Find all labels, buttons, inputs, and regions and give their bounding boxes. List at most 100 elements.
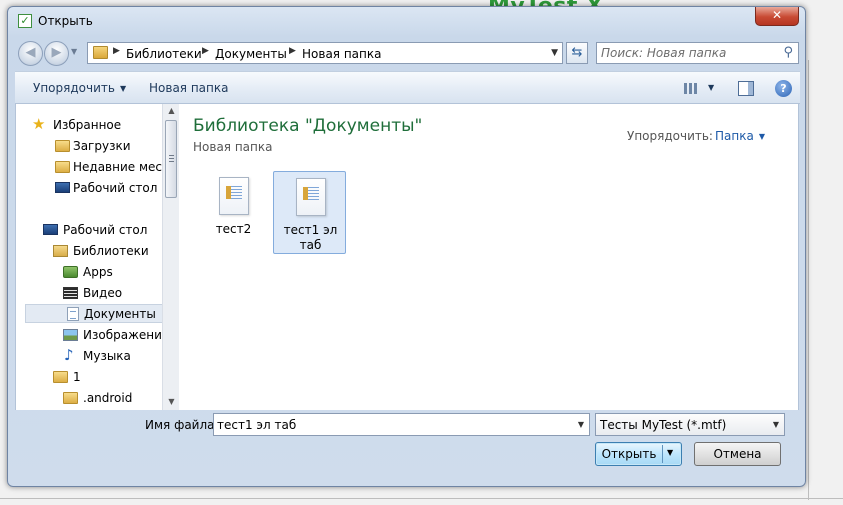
breadcrumb-new-folder[interactable]: Новая папка xyxy=(302,47,381,61)
nav-pane-scrollbar[interactable]: ▲ ▼ xyxy=(162,104,179,410)
nav-item-label: Рабочий стол xyxy=(73,181,158,195)
nav-item-downloads[interactable]: Загрузки xyxy=(52,136,170,155)
new-folder-button[interactable]: Новая папка xyxy=(149,81,228,95)
pictures-icon xyxy=(63,329,78,341)
nav-item-label: Изображения xyxy=(83,328,170,342)
file-name-label: Имя файла: xyxy=(145,418,219,432)
cancel-button[interactable]: Отмена xyxy=(694,442,781,466)
open-file-dialog: ✓ Открыть ✕ ◀ ▶ ▼ ▶ Библиотеки ▶ Докумен… xyxy=(7,6,806,487)
nav-item-label: Рабочий стол xyxy=(63,223,148,237)
library-subtitle: Новая папка xyxy=(193,140,273,154)
file-name-input[interactable] xyxy=(217,417,557,432)
split-divider xyxy=(662,445,663,463)
navigation-pane[interactable]: ★ Избранное Загрузки Недавние места Рабо… xyxy=(15,104,172,410)
close-button[interactable]: ✕ xyxy=(755,7,799,26)
libraries-folder-icon xyxy=(93,46,108,59)
folder-icon xyxy=(53,371,68,383)
breadcrumb-documents[interactable]: Документы xyxy=(215,47,287,61)
nav-item-folder-1[interactable]: 1 xyxy=(52,367,170,386)
nav-item-label: Недавние места xyxy=(73,160,172,174)
nav-item-libraries[interactable]: Библиотеки xyxy=(52,241,170,260)
toolbar: Упорядочить ▼ Новая папка ▼ ? xyxy=(15,71,800,104)
recent-places-icon xyxy=(55,161,70,173)
address-dropdown-icon[interactable]: ▼ xyxy=(551,48,558,58)
arrange-by-value: Папка xyxy=(715,129,754,143)
arrange-by-label: Упорядочить: xyxy=(627,129,713,143)
refresh-button[interactable]: ⇆ xyxy=(566,42,588,64)
open-options-dropdown-icon[interactable]: ▼ xyxy=(667,448,673,457)
scrollbar-thumb[interactable] xyxy=(165,120,177,198)
window-title: Открыть xyxy=(38,14,93,28)
search-box[interactable]: ⚲ xyxy=(596,42,799,64)
star-icon: ★ xyxy=(32,115,46,133)
grip-icon xyxy=(169,155,174,163)
preview-pane-icon[interactable] xyxy=(738,81,754,96)
nav-item-desktop[interactable]: Рабочий стол xyxy=(42,220,170,239)
breadcrumb-separator-icon[interactable]: ▶ xyxy=(202,46,209,56)
file-type-select[interactable]: Тесты MyTest (*.mtf) ▼ xyxy=(595,413,785,436)
nav-item-label: 1 xyxy=(73,370,81,384)
organize-button[interactable]: Упорядочить ▼ xyxy=(33,81,126,95)
nav-item-desktop-favorite[interactable]: Рабочий стол xyxy=(52,178,170,197)
library-title: Библиотека "Документы" xyxy=(193,116,423,136)
file-name: тест1 эл таб xyxy=(283,223,338,252)
arrange-by-dropdown[interactable]: Папка ▼ xyxy=(715,129,765,143)
recent-pages-dropdown-icon[interactable]: ▼ xyxy=(71,47,77,56)
back-button[interactable]: ◀ xyxy=(18,41,43,66)
help-icon[interactable]: ? xyxy=(775,80,792,97)
file-list-pane[interactable]: Библиотека "Документы" Новая папка Упоря… xyxy=(179,104,799,410)
forward-arrow-icon: ▶ xyxy=(51,45,62,60)
nav-item-pictures[interactable]: Изображения xyxy=(62,325,170,344)
back-arrow-icon: ◀ xyxy=(25,45,36,60)
folder-icon xyxy=(63,392,78,404)
nav-item-favorites[interactable]: ★ Избранное xyxy=(32,115,162,134)
open-button[interactable]: Открыть ▼ xyxy=(595,442,682,466)
file-item-test2[interactable]: тест2 xyxy=(197,171,270,254)
open-button-label: Открыть xyxy=(601,447,657,461)
libraries-icon xyxy=(53,245,68,257)
chevron-down-icon: ▼ xyxy=(758,132,765,141)
file-item-test1[interactable]: тест1 эл таб xyxy=(273,171,346,254)
refresh-icon: ⇆ xyxy=(571,45,583,60)
desktop-icon xyxy=(43,224,58,235)
search-input[interactable] xyxy=(601,45,773,61)
nav-item-music[interactable]: ♪ Музыка xyxy=(62,346,170,365)
downloads-folder-icon xyxy=(55,140,70,152)
address-bar[interactable]: ▶ Библиотеки ▶ Документы ▶ Новая папка ▼ xyxy=(87,42,563,64)
file-name-combobox[interactable]: ▼ xyxy=(213,413,590,436)
documents-icon xyxy=(67,307,79,321)
file-name: тест2 xyxy=(215,222,252,236)
search-icon[interactable]: ⚲ xyxy=(783,45,793,60)
mtf-file-icon xyxy=(296,178,326,216)
nav-item-android[interactable]: .android xyxy=(62,388,170,407)
scroll-up-icon[interactable]: ▲ xyxy=(163,104,180,119)
breadcrumb-libraries[interactable]: Библиотеки xyxy=(126,47,202,61)
file-name-dropdown-icon[interactable]: ▼ xyxy=(578,420,584,429)
nav-item-label: Документы xyxy=(84,307,156,321)
mtf-file-icon xyxy=(219,177,249,215)
breadcrumb-separator-icon[interactable]: ▶ xyxy=(289,46,296,56)
title-bar[interactable]: ✓ Открыть ✕ xyxy=(8,7,805,35)
nav-item-recent-places[interactable]: Недавние места xyxy=(52,157,172,176)
change-view-icon[interactable] xyxy=(684,83,697,94)
nav-item-video[interactable]: Видео xyxy=(62,283,170,302)
close-icon: ✕ xyxy=(771,8,783,22)
file-type-dropdown-icon: ▼ xyxy=(772,420,779,429)
background-divider xyxy=(808,60,809,500)
nav-item-label: Apps xyxy=(83,265,113,279)
nav-item-label: .android xyxy=(83,391,133,405)
nav-item-label: Избранное xyxy=(53,118,122,132)
nav-item-apps[interactable]: Apps xyxy=(62,262,170,281)
nav-item-documents[interactable]: Документы xyxy=(25,304,165,323)
nav-item-label: Музыка xyxy=(83,349,131,363)
chevron-down-icon: ▼ xyxy=(119,84,127,93)
organize-label: Упорядочить xyxy=(33,81,115,95)
scroll-down-icon[interactable]: ▼ xyxy=(163,395,180,410)
breadcrumb-separator-icon[interactable]: ▶ xyxy=(113,46,120,56)
music-icon: ♪ xyxy=(64,346,74,364)
forward-button[interactable]: ▶ xyxy=(44,41,69,66)
video-icon xyxy=(63,287,78,299)
file-type-value: Тесты MyTest (*.mtf) xyxy=(600,418,727,432)
view-options-dropdown-icon[interactable]: ▼ xyxy=(708,83,714,92)
desktop-icon xyxy=(55,182,70,193)
